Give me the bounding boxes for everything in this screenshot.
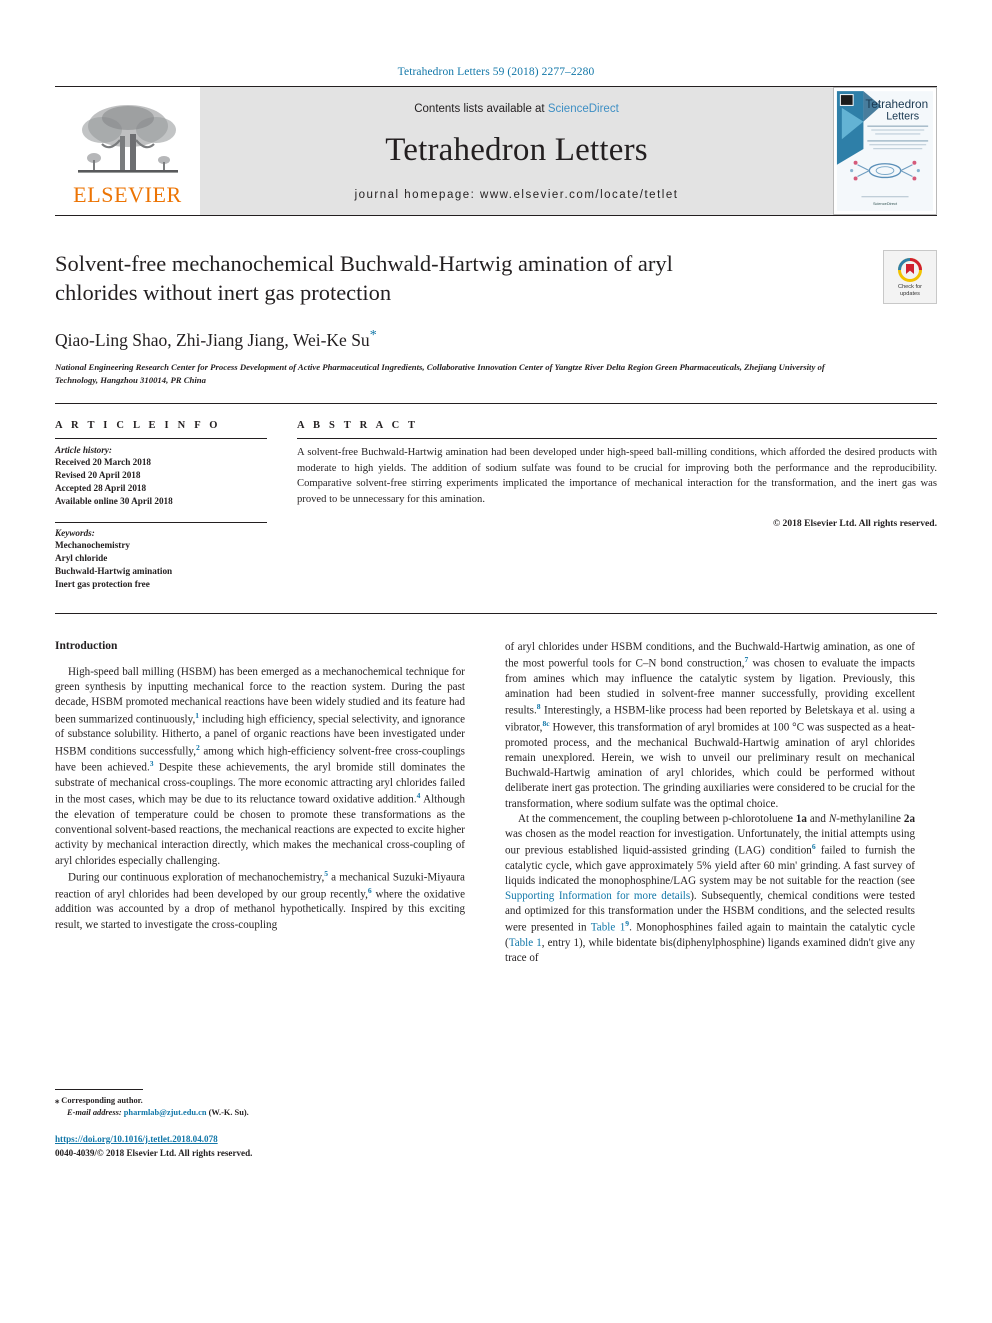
article-info-heading: A R T I C L E I N F O <box>55 419 221 431</box>
journal-band: Contents lists available at ScienceDirec… <box>200 87 833 215</box>
abstract-copyright: © 2018 Elsevier Ltd. All rights reserved… <box>772 518 937 530</box>
running-head: Tetrahedron Letters 59 (2018) 2277–2280 <box>397 66 595 78</box>
keyword-item: Buchwald-Hartwig amination <box>55 566 173 577</box>
elsevier-wordmark: ELSEVIER <box>73 182 182 207</box>
crossmark-badge[interactable]: Check for updates <box>883 250 937 304</box>
journal-cover-thumbnail[interactable]: Tetrahedron Letters ScienceDirect <box>833 87 937 215</box>
info-abstract-region: A R T I C L E I N F O Article history: R… <box>55 404 937 592</box>
abstract-text: A solvent-free Buchwald-Hartwig aminatio… <box>297 446 937 506</box>
corresponding-author-marker[interactable]: * <box>370 328 377 343</box>
body-column-right: of aryl chlorides under HSBM conditions,… <box>505 640 915 1160</box>
footnote-rule <box>55 1088 143 1090</box>
history-received: Received 20 March 2018 <box>55 456 152 467</box>
email-suffix: (W.-K. Su). <box>208 1108 249 1118</box>
paragraph: High-speed ball milling (HSBM) has been … <box>55 666 466 867</box>
body-columns: Introduction High-speed ball milling (HS… <box>55 614 937 1160</box>
issn-copyright-line: 0040-4039/© 2018 Elsevier Ltd. All right… <box>55 1147 253 1158</box>
paragraph: of aryl chlorides under HSBM conditions,… <box>505 641 915 810</box>
article-info-column: A R T I C L E I N F O Article history: R… <box>55 420 297 592</box>
elsevier-tree-icon <box>72 100 184 186</box>
history-available-online: Available online 30 April 2018 <box>55 495 173 506</box>
doi-block: https://doi.org/10.1016/j.tetlet.2018.04… <box>55 1133 465 1160</box>
journal-masthead: ELSEVIER Contents lists available at Sci… <box>55 87 937 215</box>
crossmark-line2: updates <box>900 290 920 297</box>
article-info-rule <box>55 437 267 439</box>
author-names: Qiao-Ling Shao, Zhi-Jiang Jiang, Wei-Ke … <box>55 329 370 350</box>
journal-homepage-link[interactable]: journal homepage: www.elsevier.com/locat… <box>355 189 679 201</box>
keywords-rule <box>55 521 267 523</box>
crossmark-icon <box>898 257 922 282</box>
keyword-item: Inert gas protection free <box>55 579 150 590</box>
abstract-column: A B S T R A C T A solvent-free Buchwald-… <box>297 420 937 592</box>
author-list: Qiao-Ling Shao, Zhi-Jiang Jiang, Wei-Ke … <box>55 328 937 351</box>
abstract-rule <box>297 437 937 439</box>
abstract-heading: A B S T R A C T <box>297 419 419 431</box>
keyword-item: Mechanochemistry <box>55 539 131 550</box>
email-link[interactable]: pharmlab@zjut.edu.cn <box>124 1108 207 1117</box>
title-block: Check for updates Solvent-free mechanoch… <box>55 216 937 387</box>
corresponding-author-note: ⁎ Corresponding author. <box>55 1095 465 1108</box>
article-page: Tetrahedron Letters 59 (2018) 2277–2280 <box>0 0 992 1323</box>
affiliation: National Engineering Research Center for… <box>55 362 825 386</box>
history-revised: Revised 20 April 2018 <box>55 469 141 480</box>
paragraph: During our continuous exploration of mec… <box>55 868 465 931</box>
svg-text:Tetrahedron: Tetrahedron <box>865 98 928 111</box>
footnote-marker: ⁎ <box>55 1095 60 1105</box>
footnote-text: Corresponding author. <box>61 1095 143 1105</box>
email-label: E-mail address: <box>67 1108 122 1118</box>
body-column-left: Introduction High-speed ball milling (HS… <box>55 640 465 1160</box>
keywords-label: Keywords: <box>55 527 95 538</box>
contents-available-line: Contents lists available at ScienceDirec… <box>414 103 619 115</box>
keyword-item: Aryl chloride <box>55 552 108 563</box>
history-accepted: Accepted 28 April 2018 <box>55 482 147 493</box>
page-title: Solvent-free mechanochemical Buchwald-Ha… <box>55 251 673 305</box>
email-note: E-mail address: pharmlab@zjut.edu.cn (W.… <box>55 1107 465 1120</box>
crossmark-line1: Check for <box>898 283 922 290</box>
doi-link[interactable]: https://doi.org/10.1016/j.tetlet.2018.04… <box>55 1133 465 1147</box>
crossmark-label: Check for updates <box>898 284 922 298</box>
svg-text:ScienceDirect: ScienceDirect <box>873 201 898 206</box>
paragraph: At the commencement, the coupling betwee… <box>505 812 915 965</box>
elsevier-logo: ELSEVIER <box>55 87 200 215</box>
contents-prefix: Contents lists available at <box>414 102 548 115</box>
svg-text:Letters: Letters <box>886 111 919 123</box>
sciencedirect-link[interactable]: ScienceDirect <box>548 103 619 115</box>
footnote-block: ⁎ Corresponding author. E-mail address: … <box>55 1088 465 1161</box>
article-history-label: Article history: <box>55 444 112 455</box>
journal-title: Tetrahedron Letters <box>385 131 648 168</box>
introduction-heading: Introduction <box>55 640 118 653</box>
